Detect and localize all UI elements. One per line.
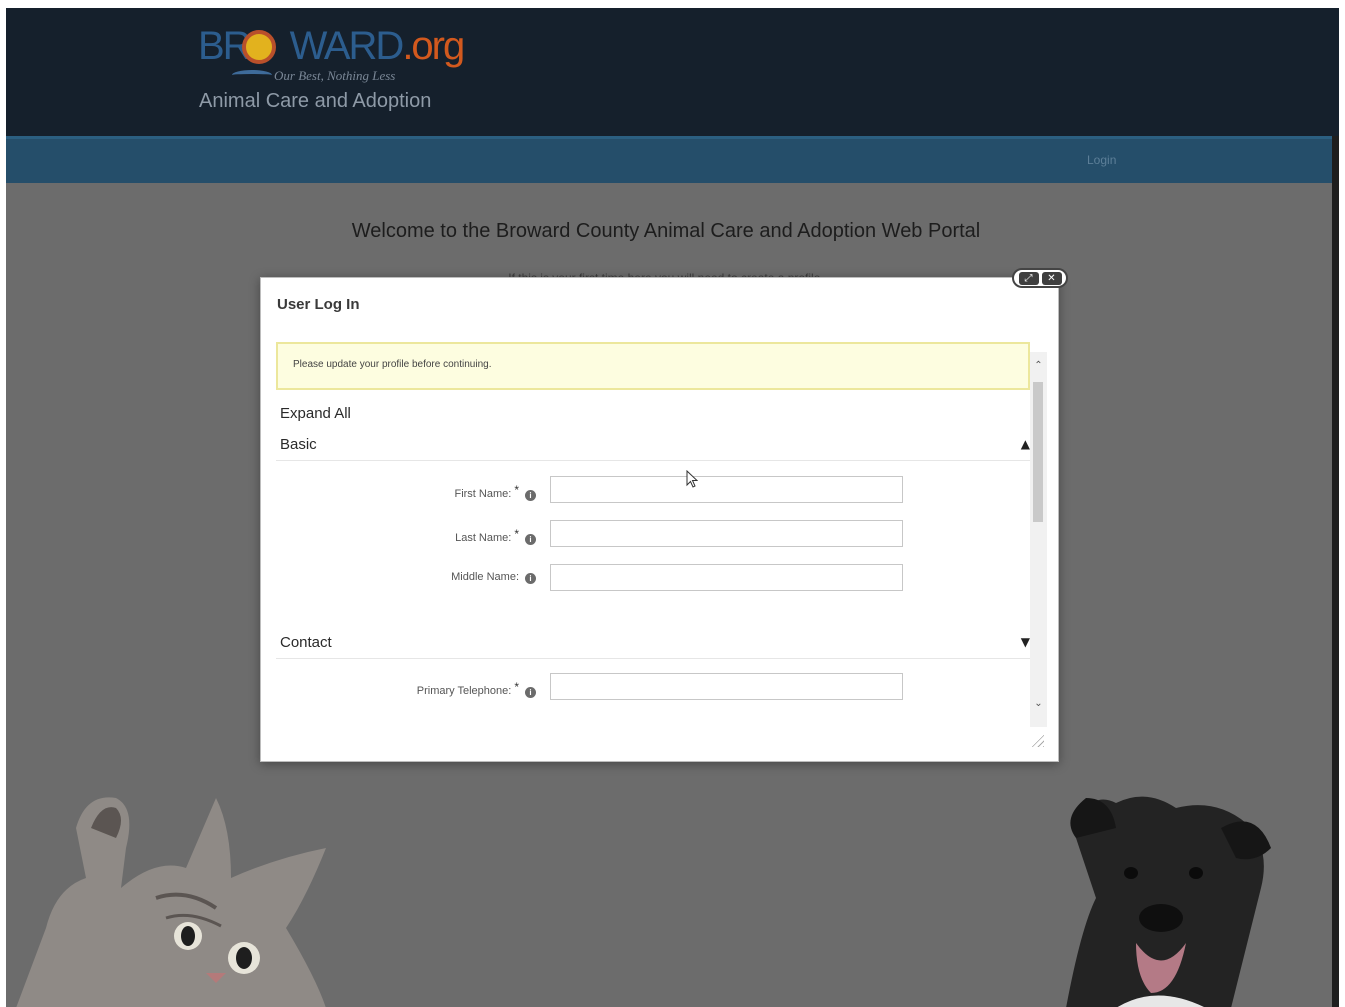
info-icon[interactable]: i (525, 573, 536, 584)
logo-wordmark: BR WARD.org (198, 24, 465, 68)
required-mark: * (514, 680, 519, 694)
welcome-heading: Welcome to the Broward County Animal Car… (351, 220, 981, 242)
scroll-up-icon[interactable]: ⌃ (1030, 360, 1047, 371)
first-name-label: First Name: * i (306, 483, 536, 501)
primary-telephone-label: Primary Telephone: * i (306, 680, 536, 698)
site-subtitle: Animal Care and Adoption (199, 90, 432, 112)
required-mark: * (514, 483, 519, 497)
login-link[interactable]: Login (1087, 153, 1116, 167)
sun-icon (242, 30, 276, 64)
scrollbar-thumb[interactable] (1033, 382, 1043, 522)
chevron-up-icon[interactable]: ▲ (1021, 437, 1030, 451)
modal-scrollbar[interactable]: ⌃ ⌄ (1030, 352, 1047, 727)
site-header: BR WARD.org Our Best, Nothing Less Animal… (6, 8, 1339, 136)
required-mark: * (514, 527, 519, 541)
close-icon[interactable]: ✕ (1041, 271, 1062, 285)
modal-window-controls: ⤢ ✕ (1012, 268, 1068, 288)
broward-logo[interactable]: BR WARD.org Our Best, Nothing Less (198, 24, 465, 94)
page-edge (1332, 136, 1339, 1007)
primary-telephone-input[interactable] (550, 673, 903, 700)
middle-name-label: Middle Name: i (306, 571, 536, 584)
profile-alert: Please update your profile before contin… (276, 342, 1030, 390)
dog-image (1066, 796, 1271, 1007)
chevron-down-icon[interactable]: ▼ (1021, 635, 1030, 649)
section-contact-header[interactable]: Contact ▼ (276, 631, 1034, 659)
middle-name-input[interactable] (550, 564, 903, 591)
modal-scroll-area[interactable]: Please update your profile before contin… (276, 340, 1043, 716)
info-icon[interactable]: i (525, 687, 536, 698)
section-contact-label: Contact (280, 634, 332, 651)
last-name-input[interactable] (550, 520, 903, 547)
swoosh-icon (232, 70, 272, 80)
maximize-icon[interactable]: ⤢ (1018, 271, 1039, 285)
alert-text: Please update your profile before contin… (293, 359, 492, 370)
expand-all-link[interactable]: Expand All (280, 405, 351, 422)
nav-bar: Login (6, 136, 1332, 183)
logo-tagline: Our Best, Nothing Less (274, 68, 396, 83)
cat-image (16, 797, 326, 1007)
first-name-input[interactable] (550, 476, 903, 503)
mouse-cursor-icon (686, 470, 698, 488)
section-basic-header[interactable]: Basic ▲ (276, 433, 1034, 461)
modal-title: User Log In (277, 296, 360, 313)
section-basic-label: Basic (280, 436, 317, 453)
info-icon[interactable]: i (525, 534, 536, 545)
login-modal: User Log In Please update your profile b… (260, 277, 1059, 762)
scroll-down-icon[interactable]: ⌄ (1030, 698, 1047, 709)
info-icon[interactable]: i (525, 490, 536, 501)
last-name-label: Last Name: * i (306, 527, 536, 545)
